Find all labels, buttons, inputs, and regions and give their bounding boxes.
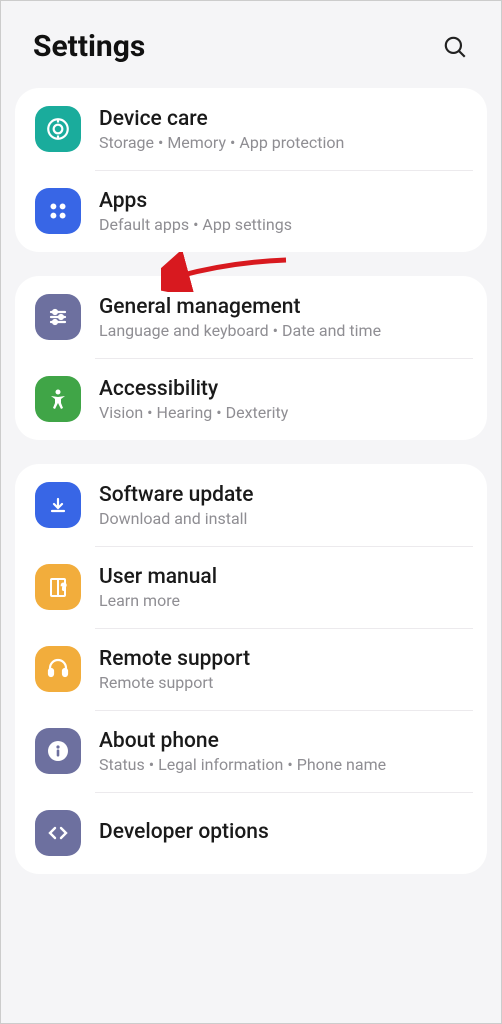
manual-icon: ? [35, 564, 81, 610]
item-subtitle: Vision • Hearing • Dexterity [99, 403, 288, 422]
settings-item-about-phone[interactable]: About phone Status • Legal information •… [15, 710, 487, 792]
settings-group: General management Language and keyboard… [15, 276, 487, 440]
item-subtitle: Download and install [99, 509, 254, 528]
settings-item-developer-options[interactable]: Developer options [15, 792, 487, 874]
settings-item-remote-support[interactable]: Remote support Remote support [15, 628, 487, 710]
item-title: Apps [99, 189, 292, 213]
settings-item-device-care[interactable]: Device care Storage • Memory • App prote… [15, 88, 487, 170]
item-subtitle: Default apps • App settings [99, 215, 292, 234]
item-subtitle: Storage • Memory • App protection [99, 133, 344, 152]
search-button[interactable] [441, 33, 469, 61]
item-title: Device care [99, 107, 344, 131]
item-subtitle: Remote support [99, 673, 250, 692]
item-subtitle: Status • Legal information • Phone name [99, 755, 386, 774]
settings-item-user-manual[interactable]: ? User manual Learn more [15, 546, 487, 628]
item-title: Accessibility [99, 377, 288, 401]
device-care-icon [35, 106, 81, 152]
settings-group: Device care Storage • Memory • App prote… [15, 88, 487, 252]
settings-group: Software update Download and install ? U… [15, 464, 487, 874]
item-title: Remote support [99, 647, 250, 671]
svg-text:?: ? [62, 583, 67, 593]
update-icon [35, 482, 81, 528]
search-icon [442, 34, 468, 60]
settings-item-general-management[interactable]: General management Language and keyboard… [15, 276, 487, 358]
settings-item-accessibility[interactable]: Accessibility Vision • Hearing • Dexteri… [15, 358, 487, 440]
support-icon [35, 646, 81, 692]
item-title: Developer options [99, 820, 269, 844]
apps-icon [35, 188, 81, 234]
settings-item-apps[interactable]: Apps Default apps • App settings [15, 170, 487, 252]
item-subtitle: Language and keyboard • Date and time [99, 321, 381, 340]
item-title: About phone [99, 729, 386, 753]
accessibility-icon [35, 376, 81, 422]
about-icon [35, 728, 81, 774]
header: Settings [1, 1, 501, 88]
sliders-icon [35, 294, 81, 340]
developer-icon [35, 810, 81, 856]
settings-item-software-update[interactable]: Software update Download and install [15, 464, 487, 546]
item-title: Software update [99, 483, 254, 507]
item-title: User manual [99, 565, 217, 589]
item-title: General management [99, 295, 381, 319]
item-subtitle: Learn more [99, 591, 217, 610]
page-title: Settings [33, 29, 145, 64]
